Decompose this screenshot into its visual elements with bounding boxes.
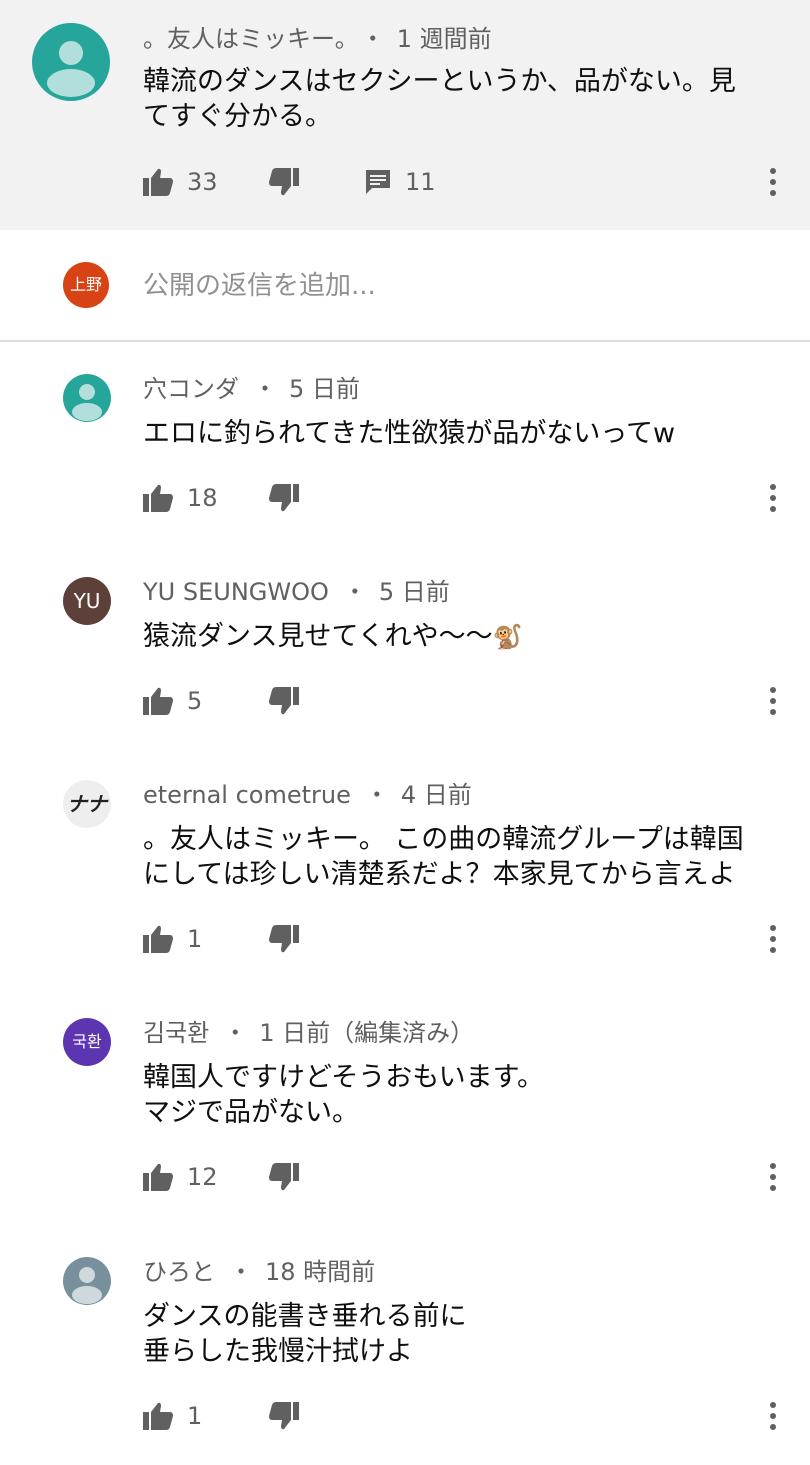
like-count: 1: [187, 1402, 203, 1430]
thumbs-up-icon: [143, 687, 173, 715]
author-name[interactable]: 穴コンダ: [143, 375, 239, 403]
replies-button[interactable]: 11: [365, 162, 436, 202]
separator-dot: ・: [364, 781, 389, 809]
default-avatar-icon: [47, 41, 95, 97]
comment-text: 猿流ダンス見せてくれや〜〜🐒: [143, 619, 783, 655]
author-name[interactable]: 김국환: [143, 1019, 209, 1047]
comment-text: エロに釣られてきた性欲猿が品がないってw: [143, 418, 676, 449]
avatar-initials: YU: [73, 589, 101, 613]
separator-dot: ・: [253, 375, 277, 403]
like-count: 1: [187, 925, 203, 953]
thumbs-up-icon: [143, 1402, 173, 1430]
like-button[interactable]: 12: [143, 1157, 218, 1197]
comment-text: 韓国人ですけどそうおもいます。 マジで品がない。: [143, 1062, 544, 1128]
thumbs-up-icon: [143, 484, 173, 512]
comments-page: 。友人はミッキー。・ 1 週間前 韓流のダンスはセクシーというか、品がない。見 て…: [0, 0, 810, 1465]
current-user-avatar: 上野: [63, 262, 109, 308]
author-name[interactable]: YU SEUNGWOO: [143, 578, 329, 606]
timestamp[interactable]: 1 日前（編集済み）: [259, 1019, 474, 1047]
parent-comment: 。友人はミッキー。・ 1 週間前 韓流のダンスはセクシーというか、品がない。見 て…: [0, 0, 810, 230]
avatar[interactable]: ナナ: [63, 780, 111, 828]
avatar[interactable]: 국환: [63, 1018, 111, 1066]
like-count: 12: [187, 1163, 218, 1191]
monkey-emoji: 🐒: [492, 623, 523, 651]
dislike-button[interactable]: [269, 681, 299, 721]
comment-meta: ひろと・ 18 時間前: [143, 1257, 375, 1287]
timestamp[interactable]: 4 日前: [401, 781, 472, 809]
author-name[interactable]: ひろと: [143, 1258, 215, 1286]
divider: [0, 340, 810, 342]
comment-text: ダンスの能書き垂れる前に 垂らした我慢汁拭けよ: [143, 1301, 467, 1367]
add-reply-bar: 上野 公開の返信を追加...: [0, 230, 810, 341]
separator-dot: ・: [360, 25, 385, 53]
avatar-initials: 上野: [69, 275, 102, 294]
avatar[interactable]: [32, 23, 110, 101]
thumbs-down-icon: [269, 484, 299, 512]
author-name[interactable]: eternal cometrue: [143, 781, 351, 809]
comment-icon: [366, 170, 390, 194]
more-options-icon[interactable]: [768, 1402, 778, 1430]
default-avatar-icon: [72, 384, 102, 421]
comment-actions: 1: [143, 919, 803, 959]
like-button[interactable]: 33: [143, 162, 218, 202]
thumbs-down-icon: [269, 168, 299, 196]
comment-text-content: 猿流ダンス見せてくれや〜〜: [143, 621, 493, 652]
comment-actions: 18: [143, 478, 803, 518]
dislike-button[interactable]: [269, 1396, 299, 1436]
comment-actions: 33 11: [143, 162, 803, 202]
more-options-icon[interactable]: [768, 687, 778, 715]
avatar[interactable]: YU: [63, 577, 111, 625]
more-options-icon[interactable]: [768, 925, 778, 953]
like-count: 18: [187, 484, 218, 512]
like-count: 33: [187, 168, 218, 196]
timestamp[interactable]: 5 日前: [289, 375, 360, 403]
separator-dot: ・: [229, 1258, 253, 1286]
avatar-initials: 국환: [72, 1032, 102, 1051]
thumbs-down-icon: [269, 687, 299, 715]
dislike-button[interactable]: [269, 1157, 299, 1197]
thumbs-up-icon: [143, 1163, 173, 1191]
thumbs-down-icon: [269, 1402, 299, 1430]
like-button[interactable]: 5: [143, 681, 202, 721]
separator-dot: ・: [223, 1019, 248, 1047]
comment-meta: 김국환 ・ 1 日前（編集済み）: [143, 1018, 474, 1048]
more-options-icon[interactable]: [768, 1163, 778, 1191]
dislike-button[interactable]: [269, 478, 299, 518]
thumbs-up-icon: [143, 925, 173, 953]
default-avatar-icon: [72, 1267, 102, 1304]
more-options-icon[interactable]: [768, 484, 778, 512]
thumbs-up-icon: [143, 168, 173, 196]
comment-meta: 。友人はミッキー。・ 1 週間前: [143, 24, 492, 54]
comment-actions: 5: [143, 681, 803, 721]
separator-dot: ・: [342, 578, 367, 606]
dislike-button[interactable]: [269, 162, 299, 202]
comment-text: 。友人はミッキー。 この曲の韓流グループは韓国 にしては珍しい清楚系だよ？本家見…: [143, 824, 744, 890]
like-button[interactable]: 1: [143, 1396, 202, 1436]
reply-input[interactable]: 公開の返信を追加...: [143, 270, 376, 302]
timestamp[interactable]: 18 時間前: [265, 1258, 375, 1286]
avatar[interactable]: [63, 374, 111, 422]
like-button[interactable]: 1: [143, 919, 202, 959]
dislike-button[interactable]: [269, 919, 299, 959]
comment-meta: 穴コンダ・ 5 日前: [143, 374, 360, 404]
comment-text: 韓流のダンスはセクシーというか、品がない。見 てすぐ分かる。: [143, 66, 736, 132]
comment-meta: YU SEUNGWOO ・ 5 日前: [143, 577, 450, 607]
comment-actions: 12: [143, 1157, 803, 1197]
timestamp[interactable]: 1 週間前: [397, 25, 492, 53]
reply-count: 11: [405, 168, 436, 196]
avatar[interactable]: [63, 1257, 111, 1305]
timestamp[interactable]: 5 日前: [379, 578, 450, 606]
more-options-icon[interactable]: [768, 168, 778, 196]
comment-meta: eternal cometrue ・ 4 日前: [143, 780, 472, 810]
like-count: 5: [187, 687, 203, 715]
thumbs-down-icon: [269, 1163, 299, 1191]
avatar-initials: ナナ: [67, 792, 107, 816]
thumbs-down-icon: [269, 925, 299, 953]
like-button[interactable]: 18: [143, 478, 218, 518]
author-name[interactable]: 。友人はミッキー。: [143, 25, 347, 53]
comment-actions: 1: [143, 1396, 803, 1436]
